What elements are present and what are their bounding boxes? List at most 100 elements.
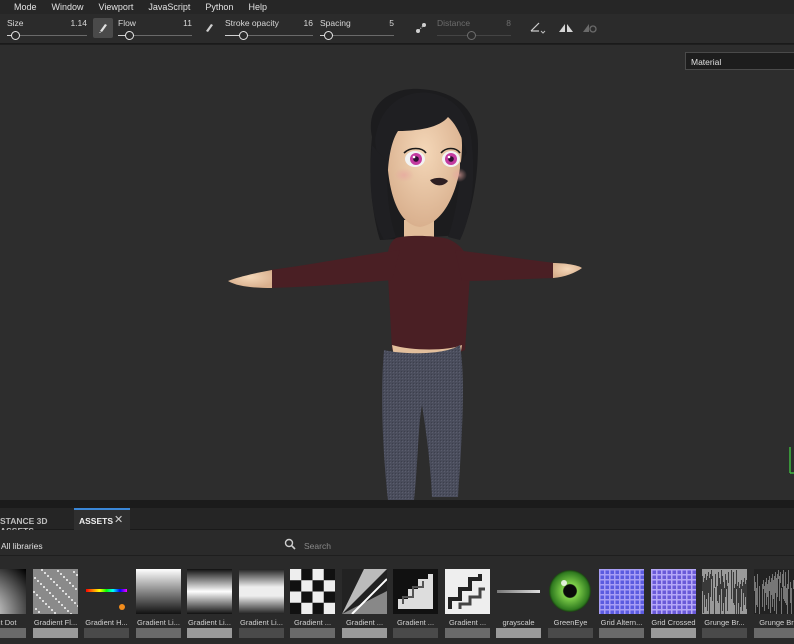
symmetry-options-icon: [583, 24, 597, 33]
asset-tile[interactable]: Gradient Fl...: [30, 569, 81, 627]
asset-name: Gradient ...: [448, 618, 487, 627]
menu-javascript[interactable]: JavaScript: [148, 2, 190, 12]
asset-tile[interactable]: Grunge Br...: [699, 569, 750, 627]
green-eye-thumbnail-icon: [548, 569, 593, 614]
viewport-material-dropdown[interactable]: Material: [685, 52, 794, 70]
grunge-brush-thumbnail-icon: [702, 569, 747, 614]
asset-name: Gradient H...: [85, 618, 128, 627]
next-row-thumbnail[interactable]: [136, 628, 181, 638]
brush-flow-pressure-button[interactable]: [199, 18, 219, 38]
next-row-thumbnail[interactable]: [33, 628, 78, 638]
stroke-opacity-value: 16: [303, 18, 313, 28]
asset-tile[interactable]: ient Dot: [0, 569, 29, 627]
gradient-stairs-thumbnail-icon: [393, 569, 438, 614]
asset-tile[interactable]: Gradient Li...: [184, 569, 235, 627]
asset-name: Grunge Br: [759, 618, 794, 627]
asset-tile[interactable]: Gradient H...: [81, 569, 132, 627]
menu-mode[interactable]: Mode: [14, 2, 37, 12]
spacing-label: Spacing: [320, 18, 351, 28]
spacing-value: 5: [389, 18, 394, 28]
brush-icon: [206, 24, 213, 32]
stroke-opacity-label: Stroke opacity: [225, 18, 279, 28]
next-row-thumbnail[interactable]: [393, 628, 438, 638]
asset-name: Grid Altern...: [600, 618, 643, 627]
stroke-opacity-slider-handle[interactable]: [239, 31, 248, 40]
asset-tile[interactable]: Grunge Br: [751, 569, 794, 627]
flow-slider[interactable]: Flow 11: [118, 17, 192, 41]
distance-slider-handle[interactable]: [467, 31, 476, 40]
asset-thumbnail: [239, 569, 284, 614]
asset-tile[interactable]: Gradient ...: [442, 569, 493, 627]
size-slider[interactable]: Size 1.14: [7, 17, 87, 41]
menu-viewport[interactable]: Viewport: [99, 2, 134, 12]
spacing-slider[interactable]: Spacing 5: [320, 17, 394, 41]
gradient-linear-3-thumbnail-icon: [239, 569, 284, 614]
asset-thumbnail: [33, 569, 78, 614]
asset-tile[interactable]: Gradient Li...: [236, 569, 287, 627]
alignment-dropdown-button[interactable]: [527, 18, 549, 38]
asset-thumbnail: [342, 569, 387, 614]
asset-name: Gradient ...: [293, 618, 332, 627]
asset-tile[interactable]: Gradient ...: [287, 569, 338, 627]
asset-name: ient Dot: [0, 618, 17, 627]
spacing-slider-handle[interactable]: [324, 31, 333, 40]
grid-crossed-thumbnail-icon: [651, 569, 696, 614]
asset-name: Gradient ...: [396, 618, 435, 627]
next-row-thumbnail[interactable]: [702, 628, 747, 638]
symmetry-settings-button[interactable]: [580, 18, 600, 38]
next-row-thumbnail[interactable]: [342, 628, 387, 638]
search-input[interactable]: [304, 538, 764, 554]
asset-name: Gradient Li...: [240, 618, 283, 627]
asset-tile[interactable]: Grid Crossed: [648, 569, 699, 627]
asset-name: Grunge Br...: [704, 618, 745, 627]
asset-name: GreenEye: [553, 618, 588, 627]
asset-thumbnail: [599, 569, 644, 614]
asset-thumbnail: [496, 569, 541, 614]
next-row-thumbnail[interactable]: [290, 628, 335, 638]
panel-divider[interactable]: [0, 500, 794, 508]
brush-pressure-button[interactable]: [93, 18, 113, 38]
close-icon[interactable]: ✕: [114, 513, 123, 526]
next-row-thumbnail[interactable]: [187, 628, 232, 638]
asset-thumbnail: [651, 569, 696, 614]
next-row-thumbnail[interactable]: [599, 628, 644, 638]
asset-tile[interactable]: Gradient Li...: [133, 569, 184, 627]
lazy-mouse-button[interactable]: [411, 18, 431, 38]
menu-python[interactable]: Python: [205, 2, 233, 12]
next-row-thumbnail[interactable]: [239, 628, 284, 638]
noise-thumbnail-icon: [33, 569, 78, 614]
symmetry-button[interactable]: [556, 18, 576, 38]
library-selector[interactable]: All libraries: [1, 541, 43, 551]
next-row-thumbnail[interactable]: [651, 628, 696, 638]
asset-tile[interactable]: GreenEye: [545, 569, 596, 627]
menu-window[interactable]: Window: [52, 2, 84, 12]
next-row-thumbnail[interactable]: [0, 628, 26, 638]
next-row-thumbnail[interactable]: [445, 628, 490, 638]
stroke-opacity-slider[interactable]: Stroke opacity 16: [225, 17, 313, 41]
distance-label: Distance: [437, 18, 471, 28]
menu-help[interactable]: Help: [248, 2, 267, 12]
asset-tile[interactable]: grayscale: [493, 569, 544, 627]
next-row-thumbnail[interactable]: [754, 628, 794, 638]
asset-name: Gradient Fl...: [33, 618, 78, 627]
gradient-checker-thumbnail-icon: [290, 569, 335, 614]
asset-tile[interactable]: Gradient ...: [390, 569, 441, 627]
size-slider-handle[interactable]: [11, 31, 20, 40]
next-row-thumbnail[interactable]: [84, 628, 129, 638]
previous-row-labels: [0, 558, 794, 566]
size-value: 1.14: [70, 18, 87, 28]
distance-slider[interactable]: Distance 8: [437, 17, 511, 41]
asset-tile[interactable]: Gradient ...: [339, 569, 390, 627]
next-row-thumbnail[interactable]: [496, 628, 541, 638]
asset-tile[interactable]: Grid Altern...: [596, 569, 647, 627]
search-icon: [284, 538, 296, 550]
brush-icon: [99, 24, 107, 33]
grayscale-line-thumbnail-icon: [496, 569, 541, 614]
alignment-icon: [530, 22, 546, 34]
tab-substance-3d-assets[interactable]: STANCE 3D ASSETS: [0, 508, 74, 536]
3d-viewport[interactable]: Material: [0, 45, 794, 500]
asset-thumbnail: [754, 569, 794, 614]
flow-slider-handle[interactable]: [125, 31, 134, 40]
next-row-thumbnail[interactable]: [548, 628, 593, 638]
flow-value: 11: [183, 18, 192, 28]
